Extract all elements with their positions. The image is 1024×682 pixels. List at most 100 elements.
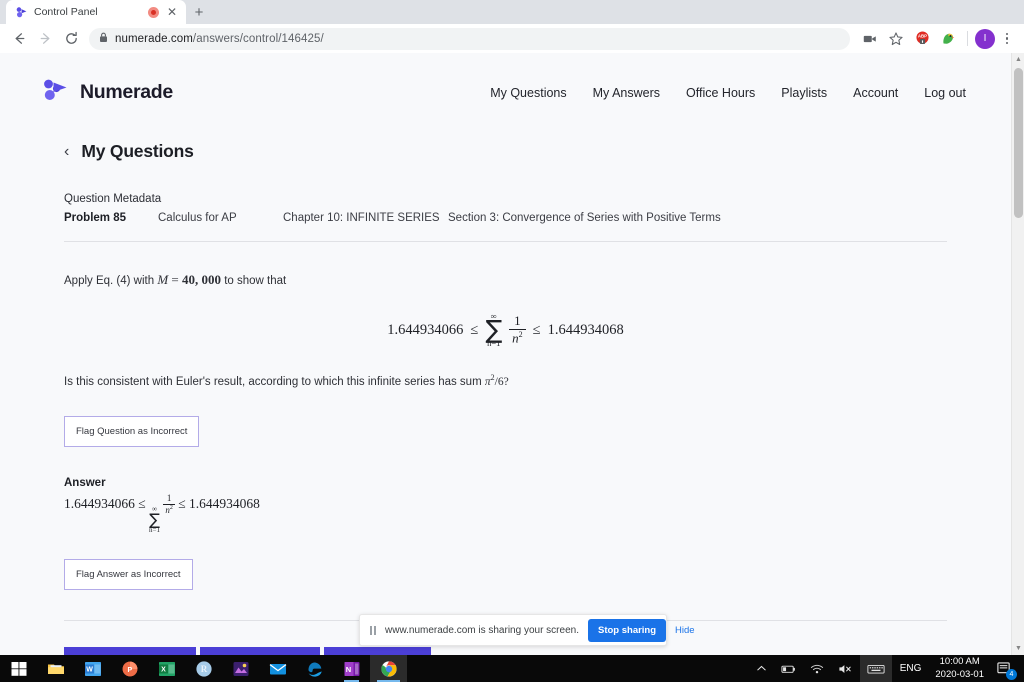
question-line-1-post: to show that <box>221 275 286 287</box>
pause-icon <box>370 626 376 635</box>
adblock-extension-icon[interactable]: ABP <box>910 27 934 51</box>
question-equals: = <box>171 272 178 287</box>
notification-icon[interactable]: 4 <box>990 655 1020 682</box>
system-tray: ENG 10:00 AM 2020-03-01 4 <box>749 655 1024 682</box>
answer-equation: 1.644934066 ≤ ∞ ∑ n=1 1 n2 ≤ 1.644934068 <box>64 494 947 534</box>
answer-summation-symbol: ∞ ∑ n=1 <box>149 506 160 534</box>
flag-question-button[interactable]: Flag Question as Incorrect <box>64 416 199 447</box>
excel-button[interactable]: X <box>148 655 185 682</box>
address-bar[interactable]: numerade.com/answers/control/146425/ <box>89 28 850 50</box>
notification-count-badge: 4 <box>1006 669 1017 680</box>
keyboard-icon[interactable] <box>860 655 892 682</box>
word-button[interactable]: W <box>74 655 111 682</box>
star-icon[interactable] <box>884 27 908 51</box>
tab-strip: Control Panel ✕ + <box>0 0 1024 24</box>
plus-icon[interactable]: + <box>186 0 212 24</box>
answer-upper-bound: 1.644934068 <box>189 496 260 511</box>
recording-actions: Open New Whiteboard Stop screen capture … <box>64 647 947 655</box>
svg-text:N: N <box>345 665 350 674</box>
onenote-button[interactable]: N <box>333 655 370 682</box>
equation-relation-2: ≤ <box>533 322 541 339</box>
svg-text:ABP: ABP <box>917 34 926 39</box>
r-icon: R <box>195 660 213 678</box>
profile-avatar[interactable]: I <box>975 29 995 49</box>
nav-item-log-out[interactable]: Log out <box>924 86 966 100</box>
answer-lower-bound: 1.644934066 <box>64 496 135 511</box>
clock[interactable]: 10:00 AM 2020-03-01 <box>929 655 990 682</box>
lock-icon <box>99 30 108 48</box>
back-arrow-icon[interactable] <box>7 27 31 51</box>
onenote-icon: N <box>343 660 361 678</box>
start-button[interactable] <box>0 655 37 682</box>
summation-lower-limit: n=1 <box>487 339 500 348</box>
rstudio-button[interactable]: R <box>185 655 222 682</box>
photos-icon <box>232 660 250 678</box>
question-display-equation: 1.644934066 ≤ ∞ ∑ n=1 1 n2 ≤ 1.644934068 <box>64 312 947 348</box>
answer-label: Answer <box>64 477 947 489</box>
edge-button[interactable] <box>296 655 333 682</box>
nav-item-my-questions[interactable]: My Questions <box>490 86 566 100</box>
powerpoint-button[interactable]: P <box>111 655 148 682</box>
metadata-label: Question Metadata <box>64 193 947 205</box>
chrome-button[interactable] <box>370 655 407 682</box>
language-indicator[interactable]: ENG <box>892 663 930 674</box>
excel-icon: X <box>158 660 176 678</box>
chrome-icon <box>380 660 398 678</box>
nav-item-my-answers[interactable]: My Answers <box>593 86 660 100</box>
answer-sigma-icon: ∑ <box>149 513 160 527</box>
wifi-icon[interactable] <box>803 655 831 682</box>
file-explorer-button[interactable] <box>37 655 74 682</box>
url-path: /answers/control/146425/ <box>193 33 324 45</box>
scroll-thumb[interactable] <box>1014 68 1023 218</box>
numerade-favicon <box>15 6 28 19</box>
question-line-1: Apply Eq. (4) with M = 40, 000 to show t… <box>64 270 947 290</box>
volume-muted-icon[interactable] <box>831 655 860 682</box>
question-line-2-post: /6? <box>495 376 509 388</box>
fraction: 1 n2 <box>509 314 526 346</box>
mail-button[interactable] <box>259 655 296 682</box>
equation-relation-1: ≤ <box>470 322 478 339</box>
stop-sharing-button[interactable]: Stop sharing <box>588 619 666 642</box>
tab-recording-dot <box>148 7 159 18</box>
battery-icon[interactable] <box>774 655 803 682</box>
nav-item-office-hours[interactable]: Office Hours <box>686 86 755 100</box>
url-text: numerade.com/answers/control/146425/ <box>115 33 324 45</box>
clock-date: 2020-03-01 <box>935 669 984 681</box>
pause-recording-button[interactable]: Pause Recording <box>324 647 431 655</box>
stop-screen-capture-button[interactable]: Stop screen capture <box>200 647 320 655</box>
chevron-left-icon[interactable]: ‹ <box>64 144 69 160</box>
answer-fraction: 1 n2 <box>163 494 175 516</box>
question-variable-m: M <box>157 272 168 287</box>
reload-icon[interactable] <box>59 27 83 51</box>
close-icon[interactable]: ✕ <box>165 5 179 19</box>
nav-item-account[interactable]: Account <box>853 86 898 100</box>
svg-text:R: R <box>200 664 207 674</box>
flag-answer-button[interactable]: Flag Answer as Incorrect <box>64 559 193 590</box>
sharing-text: www.numerade.com is sharing your screen. <box>385 625 579 636</box>
tab-title: Control Panel <box>34 6 142 18</box>
scroll-down-arrow[interactable]: ▼ <box>1012 642 1024 655</box>
summation-symbol: ∞ ∑ n=1 <box>485 312 502 348</box>
answer-relation-1: ≤ <box>138 496 145 511</box>
numerade-page: Numerade My Questions My Answers Office … <box>0 53 1011 655</box>
browser-tab[interactable]: Control Panel ✕ <box>6 0 186 24</box>
nav-item-playlists[interactable]: Playlists <box>781 86 827 100</box>
taskbar-apps: W P X R <box>0 655 407 682</box>
chevron-up-icon[interactable] <box>749 655 774 682</box>
photos-button[interactable] <box>222 655 259 682</box>
hide-sharing-link[interactable]: Hide <box>675 625 695 636</box>
parrot-extension-icon[interactable] <box>936 27 960 51</box>
answer-summation-lower-limit: n=1 <box>149 527 160 534</box>
cast-video-icon[interactable] <box>858 27 882 51</box>
answer-fraction-numerator: 1 <box>165 494 174 504</box>
page-scrollbar[interactable]: ▲ ▼ <box>1011 53 1024 655</box>
scroll-up-arrow[interactable]: ▲ <box>1012 53 1024 66</box>
main-nav: My Questions My Answers Office Hours Pla… <box>490 86 966 100</box>
kebab-menu-icon[interactable] <box>997 28 1017 50</box>
breadcrumb[interactable]: ‹ My Questions <box>64 141 947 162</box>
fraction-denominator: n2 <box>509 329 526 346</box>
brand[interactable]: Numerade <box>40 77 173 108</box>
word-icon: W <box>84 660 102 678</box>
open-new-whiteboard-button[interactable]: Open New Whiteboard <box>64 647 196 655</box>
metadata-problem: Problem 85 <box>64 212 158 224</box>
